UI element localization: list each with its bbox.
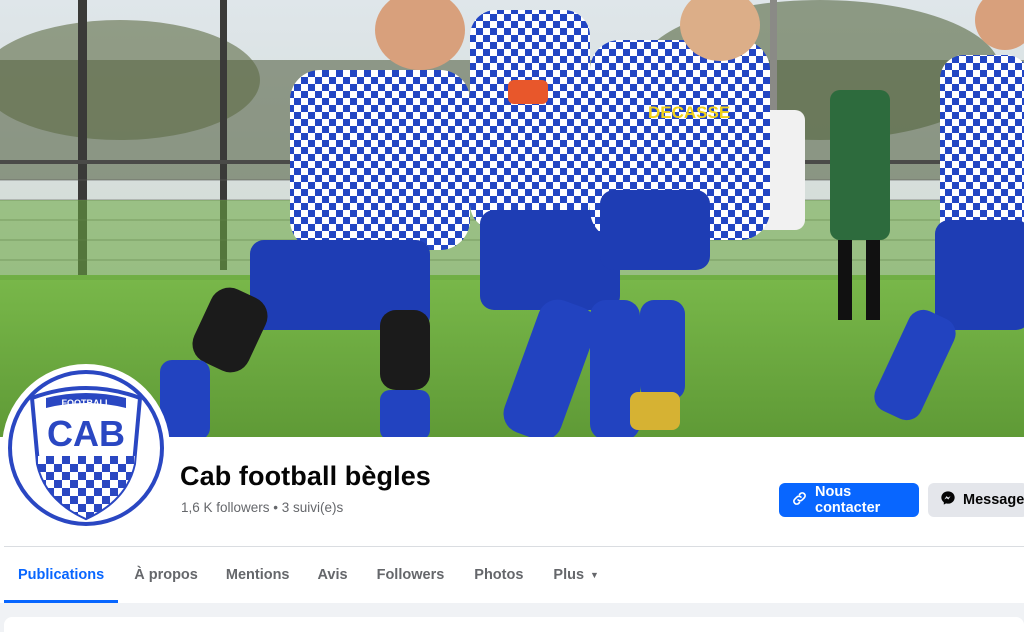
- crest-top-text: FOOTBALL: [62, 398, 111, 408]
- tab-followers[interactable]: Followers: [362, 547, 460, 603]
- feed-card-top: [4, 617, 1024, 632]
- tab-plus[interactable]: Plus ▼: [538, 547, 614, 603]
- tab-label: À propos: [134, 567, 198, 583]
- crest-main-text: CAB: [47, 413, 125, 454]
- profile-picture[interactable]: FOOTBALL CAB: [6, 368, 166, 528]
- link-icon: [791, 490, 808, 511]
- tab-label: Followers: [376, 567, 445, 583]
- tab-mentions[interactable]: Mentions: [212, 547, 304, 603]
- page-follow-stats[interactable]: 1,6 K followers • 3 suivi(e)s: [181, 500, 343, 515]
- contact-button[interactable]: Nous contacter: [779, 483, 919, 517]
- caret-down-icon: ▼: [590, 570, 599, 580]
- club-crest-logo: FOOTBALL CAB: [8, 370, 164, 526]
- tab-label: Publications: [18, 567, 105, 583]
- tab-label: Avis: [317, 567, 348, 583]
- contact-button-label: Nous contacter: [815, 484, 881, 516]
- tab-label: Mentions: [225, 567, 290, 583]
- message-button[interactable]: Message: [928, 483, 1024, 517]
- jersey-sponsor: DECASSE: [648, 103, 730, 122]
- page-tabs: Publications À propos Mentions Avis Foll…: [0, 547, 1024, 603]
- message-button-label: Message: [963, 492, 1024, 508]
- messenger-icon: [940, 490, 956, 510]
- tab-label: Photos: [474, 567, 524, 583]
- tab-avis[interactable]: Avis: [304, 547, 362, 603]
- tab-publications[interactable]: Publications: [4, 547, 119, 603]
- tab-photos[interactable]: Photos: [459, 547, 538, 603]
- cover-photo[interactable]: DECASSE: [0, 0, 1024, 437]
- tab-label: Plus: [553, 567, 585, 583]
- tab-a-propos[interactable]: À propos: [120, 547, 212, 603]
- facebook-page-header: DECASSE FOOTBALL CAB Cab football bègles…: [0, 0, 1024, 632]
- page-title: Cab football bègles: [180, 461, 431, 491]
